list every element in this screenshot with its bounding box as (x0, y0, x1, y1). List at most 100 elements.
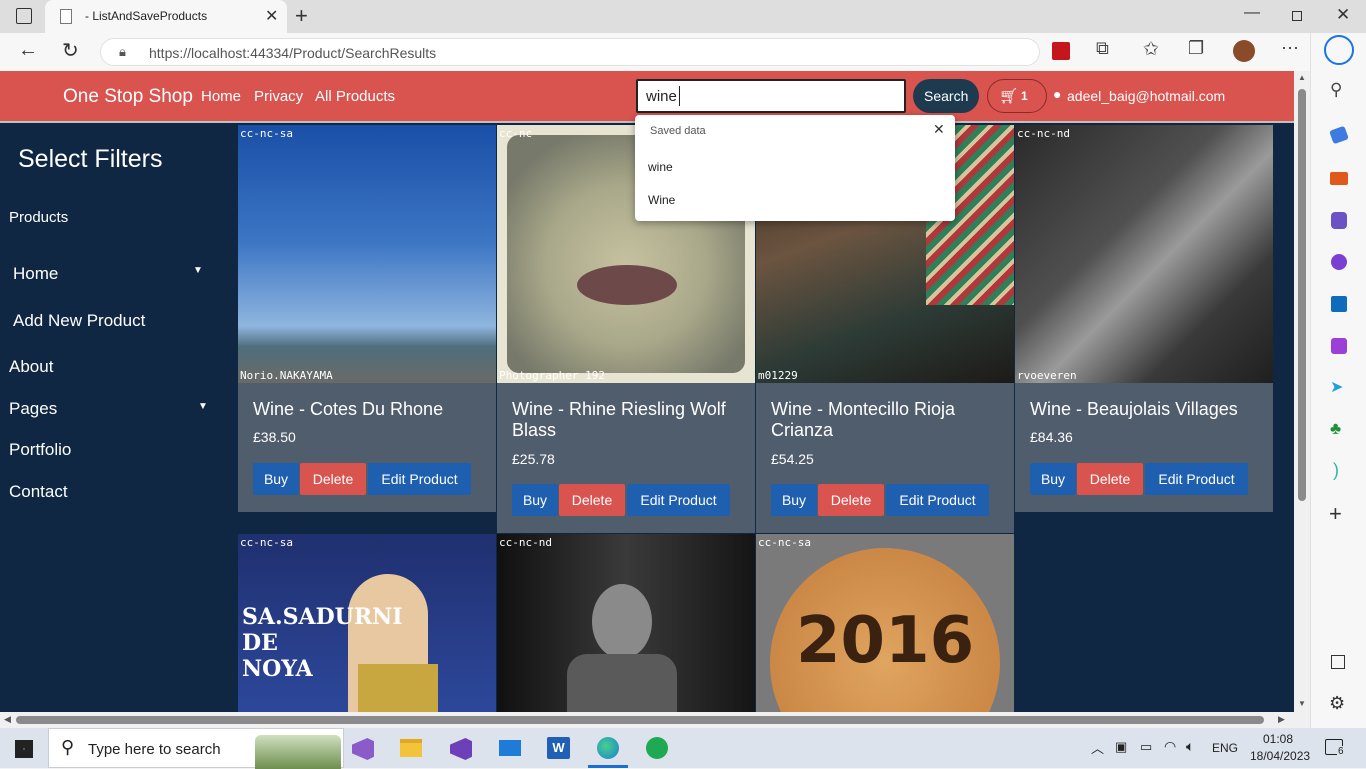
search-button[interactable]: Search (913, 79, 979, 113)
horizontal-scrollbar[interactable]: ◀ ▶ (0, 712, 1310, 728)
search-input[interactable]: wine (636, 79, 906, 113)
language-indicator[interactable]: ENG (1212, 741, 1238, 755)
buy-button[interactable]: Buy (771, 484, 817, 516)
copilot-icon[interactable]: ) (1333, 460, 1339, 481)
extensions-icon[interactable]: ⧉ (1096, 38, 1109, 59)
back-icon[interactable]: ← (18, 39, 38, 62)
show-hidden-icons-icon[interactable]: ︿ (1091, 738, 1104, 757)
bing-icon[interactable] (1324, 35, 1354, 65)
split-screen-icon[interactable] (1331, 655, 1345, 669)
close-tab-icon[interactable]: ✕ (265, 6, 278, 26)
tab-actions-icon[interactable] (16, 8, 32, 24)
autocomplete-item[interactable]: Wine (635, 185, 955, 215)
horizontal-scroll-thumb[interactable] (16, 716, 1264, 724)
whatsapp-icon[interactable] (646, 737, 668, 759)
wifi-icon[interactable]: ◠ (1164, 738, 1176, 755)
refresh-icon[interactable]: ↻ (62, 38, 79, 63)
delete-button[interactable]: Delete (559, 484, 625, 516)
windows-start-icon[interactable] (15, 740, 33, 758)
pages-dropdown-caret-icon[interactable]: ▼ (198, 401, 208, 412)
visual-studio-icon[interactable] (352, 738, 374, 760)
telegram-icon[interactable]: ➤ (1330, 377, 1343, 397)
restore-icon[interactable] (1292, 11, 1302, 21)
home-dropdown-caret-icon[interactable]: ▼ (193, 265, 203, 276)
sidebar-item-about[interactable]: About (9, 357, 53, 377)
delete-button[interactable]: Delete (1077, 463, 1143, 495)
outlook-icon[interactable] (1331, 296, 1347, 312)
product-card: cc-nc-nd (497, 534, 755, 712)
product-card: cc-nc-sa 2016 (756, 534, 1014, 712)
profile-avatar[interactable] (1233, 40, 1255, 62)
notification-count: 6 (1337, 746, 1345, 757)
url-field[interactable]: 🔒︎ https://localhost:44334/Product/Searc… (100, 38, 1040, 66)
buy-button[interactable]: Buy (1030, 463, 1076, 495)
mail-icon[interactable] (499, 740, 521, 756)
word-icon[interactable]: W (547, 737, 570, 759)
pdf-extension-icon[interactable] (1052, 42, 1070, 60)
product-card: cc-nc-nd rvoeveren Wine - Beaujolais Vil… (1015, 125, 1273, 512)
autocomplete-close-icon[interactable]: ✕ (933, 121, 945, 138)
brand-link[interactable]: One Stop Shop (63, 86, 193, 108)
sidebar-item-products[interactable]: Products (9, 209, 68, 226)
edge-taskbar-icon[interactable] (597, 737, 619, 759)
scroll-right-arrow-icon[interactable]: ▶ (1278, 714, 1285, 725)
file-explorer-icon[interactable] (400, 739, 422, 757)
search-button-label: Search (924, 88, 969, 104)
url-text: https://localhost:44334/Product/SearchRe… (149, 45, 437, 61)
tools-icon[interactable] (1330, 172, 1348, 185)
collections-icon[interactable]: ❐ (1188, 38, 1204, 59)
windows-taskbar: ⚲ Type here to search W ︿ ▣ ▭ ◠ 🔈︎ ENG 0… (0, 728, 1366, 769)
delete-button[interactable]: Delete (300, 463, 366, 495)
nav-link-privacy[interactable]: Privacy (254, 88, 303, 105)
cart-button[interactable]: 🛒︎ 1 (987, 79, 1047, 113)
tree-icon[interactable]: ♣ (1330, 419, 1341, 439)
shopping-tag-icon[interactable] (1329, 125, 1349, 145)
page-favicon-icon (60, 9, 72, 24)
sidebar-item-home[interactable]: Home (13, 264, 58, 284)
new-tab-icon[interactable]: + (295, 3, 308, 29)
sidebar-item-pages[interactable]: Pages (9, 399, 57, 419)
microsoft-365-icon[interactable] (1331, 254, 1347, 270)
autocomplete-dropdown: Saved data ✕ wine Wine (635, 115, 955, 221)
edit-product-button[interactable]: Edit Product (627, 484, 730, 516)
games-icon[interactable] (1331, 212, 1347, 229)
buy-button[interactable]: Buy (512, 484, 558, 516)
settings-gear-icon[interactable]: ⚙ (1329, 693, 1345, 714)
volume-icon[interactable]: 🔈︎ (1186, 738, 1194, 755)
scroll-down-arrow-icon[interactable]: ▼ (1298, 699, 1306, 708)
web-page: One Stop Shop Home Privacy All Products … (0, 71, 1294, 712)
edit-product-button[interactable]: Edit Product (886, 484, 989, 516)
add-sidebar-app-icon[interactable]: + (1329, 501, 1342, 527)
visual-studio-2-icon[interactable] (450, 738, 472, 760)
browser-tab[interactable]: - ListAndSaveProducts ✕ (45, 0, 287, 33)
vertical-scrollbar[interactable]: ▲ ▼ (1294, 71, 1310, 712)
close-window-icon[interactable]: ✕ (1336, 5, 1350, 25)
clock-time[interactable]: 01:08 (1263, 732, 1293, 746)
scroll-left-arrow-icon[interactable]: ◀ (4, 714, 11, 725)
edit-product-button[interactable]: Edit Product (1145, 463, 1248, 495)
sidebar-item-portfolio[interactable]: Portfolio (9, 440, 71, 460)
sidebar-item-add-new-product[interactable]: Add New Product (13, 311, 145, 331)
autocomplete-item[interactable]: wine (635, 152, 955, 182)
battery-icon[interactable]: ▭ (1140, 739, 1152, 755)
nav-link-home[interactable]: Home (201, 88, 241, 105)
tab-title: - ListAndSaveProducts (85, 9, 208, 23)
delete-button[interactable]: Delete (818, 484, 884, 516)
meet-now-icon[interactable]: ▣ (1115, 739, 1127, 755)
clock-date[interactable]: 18/04/2023 (1250, 749, 1310, 763)
minimize-icon[interactable]: — (1244, 4, 1260, 22)
browser-tab-bar: - ListAndSaveProducts ✕ + — ✕ (0, 0, 1366, 33)
vertical-scroll-thumb[interactable] (1298, 89, 1306, 501)
buy-button[interactable]: Buy (253, 463, 299, 495)
taskbar-search-box[interactable]: ⚲ Type here to search (48, 728, 344, 769)
search-icon[interactable]: ⚲ (1330, 80, 1342, 100)
more-menu-icon[interactable]: ··· (1281, 37, 1299, 58)
edit-product-button[interactable]: Edit Product (368, 463, 471, 495)
user-email-link[interactable]: adeel_baig@hotmail.com (1067, 88, 1225, 104)
scroll-up-arrow-icon[interactable]: ▲ (1298, 73, 1306, 82)
designer-icon[interactable] (1331, 338, 1347, 354)
sidebar-item-contact[interactable]: Contact (9, 482, 68, 502)
license-text: cc-nc-sa (240, 536, 293, 549)
nav-link-all-products[interactable]: All Products (315, 88, 395, 105)
favorites-icon[interactable]: ✩ (1143, 38, 1159, 61)
